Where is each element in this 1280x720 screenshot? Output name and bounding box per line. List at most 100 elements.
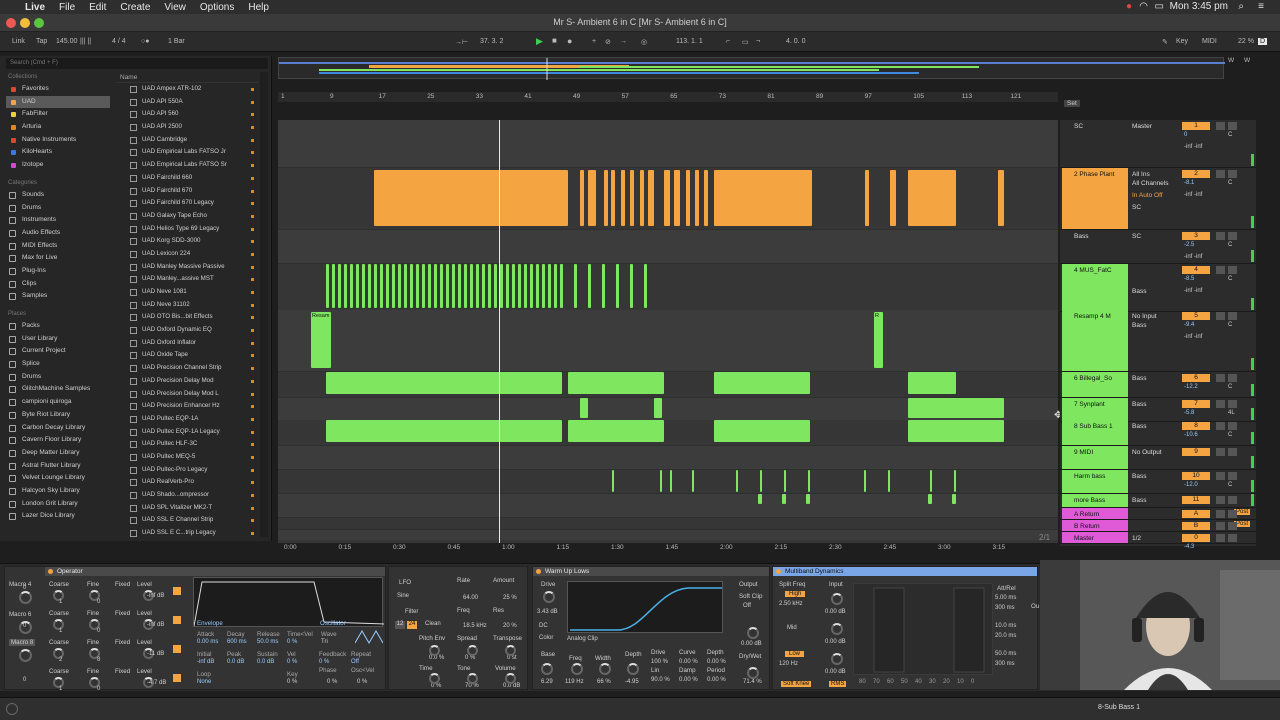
follow-icon[interactable]: →⊢ bbox=[455, 38, 468, 46]
solo-button[interactable] bbox=[1216, 472, 1225, 480]
clip-green[interactable] bbox=[428, 264, 431, 308]
midi-map-button[interactable]: MIDI bbox=[1202, 38, 1217, 45]
clip-orange[interactable] bbox=[648, 170, 654, 226]
list-item[interactable]: UAD Oxford Dynamic EQ bbox=[116, 324, 258, 337]
solo-button[interactable] bbox=[1216, 534, 1225, 542]
solo-button[interactable] bbox=[1216, 448, 1225, 456]
track-name[interactable]: 4 MUS_FatC bbox=[1062, 264, 1128, 311]
rate-value[interactable]: 64.00 bbox=[463, 595, 478, 601]
pitch-env-value[interactable]: 0.0 % bbox=[429, 655, 444, 661]
place-item[interactable]: Astral Flutter Library bbox=[6, 460, 110, 473]
saturator-knob[interactable] bbox=[543, 591, 555, 603]
envelope-param-value[interactable]: 600 ms bbox=[227, 639, 247, 645]
clip-green[interactable] bbox=[380, 264, 383, 308]
clip-green[interactable] bbox=[326, 264, 329, 308]
arm-button[interactable] bbox=[1228, 522, 1237, 530]
list-item[interactable]: UAD Oxford Inflator bbox=[116, 337, 258, 350]
spread-value[interactable]: 0 % bbox=[465, 655, 475, 661]
clip-green-resample[interactable]: Resam bbox=[311, 312, 331, 368]
freq-value[interactable]: 18.5 kHz bbox=[463, 623, 487, 629]
track-name[interactable]: SC bbox=[1062, 120, 1128, 167]
list-item[interactable]: UAD Fairchild 660 bbox=[116, 172, 258, 185]
clip-green[interactable] bbox=[326, 420, 562, 442]
track-volume[interactable]: -10.6 bbox=[1184, 432, 1198, 438]
clip-orange[interactable] bbox=[890, 170, 896, 226]
track-io[interactable]: Bass bbox=[1132, 473, 1146, 480]
clip-orange[interactable] bbox=[714, 170, 812, 226]
track-pan[interactable]: C bbox=[1228, 322, 1232, 328]
track-io[interactable]: No Output bbox=[1132, 449, 1162, 456]
arrangement-view-icon[interactable]: W bbox=[1228, 57, 1234, 64]
loop-icon[interactable]: ▭ bbox=[742, 38, 749, 46]
place-item[interactable]: Current Project bbox=[6, 345, 110, 358]
place-item[interactable]: GlitchMachine Samples bbox=[6, 383, 110, 396]
att-rel-time[interactable]: 300 ms bbox=[995, 605, 1015, 611]
clip-green[interactable] bbox=[446, 264, 449, 308]
track-pan[interactable]: C bbox=[1228, 180, 1232, 186]
att-rel-time[interactable]: 5.00 ms bbox=[995, 595, 1016, 601]
clip-orange[interactable] bbox=[908, 170, 956, 226]
lfo-param-knob[interactable] bbox=[429, 673, 440, 684]
track-io[interactable]: SC bbox=[1132, 233, 1141, 240]
clip-green[interactable] bbox=[580, 398, 588, 418]
color-button[interactable]: Color bbox=[539, 635, 553, 641]
clip-orange[interactable] bbox=[865, 170, 869, 226]
band-input-knob[interactable] bbox=[831, 623, 843, 635]
clip-green-short[interactable] bbox=[660, 470, 662, 492]
place-item[interactable]: Carbon Decay Library bbox=[6, 422, 110, 435]
drive-value[interactable]: 3.43 dB bbox=[537, 609, 558, 615]
att-rel-time[interactable]: 20.0 ms bbox=[995, 633, 1016, 639]
clip-green[interactable] bbox=[452, 264, 455, 308]
track-pan[interactable]: C bbox=[1228, 482, 1232, 488]
clip-green[interactable] bbox=[470, 264, 473, 308]
soft-knee-button[interactable]: Soft Knee bbox=[781, 681, 812, 687]
list-item[interactable]: UAD SPL Vitalizer MK2-T bbox=[116, 502, 258, 515]
mid-band-button[interactable]: Mid bbox=[787, 625, 797, 631]
track-io-sub[interactable]: Bass bbox=[1132, 288, 1146, 295]
record-icon[interactable]: ● bbox=[567, 36, 572, 46]
clip-green[interactable] bbox=[500, 264, 503, 308]
track-io[interactable]: 1/2 bbox=[1132, 535, 1141, 542]
track-volume[interactable]: -12.2 bbox=[1184, 384, 1198, 390]
tap-tempo-button[interactable]: Tap bbox=[36, 38, 47, 45]
waveshape-mode-select[interactable]: Analog Clip bbox=[567, 636, 598, 642]
clip-green[interactable] bbox=[458, 264, 461, 308]
clip-green[interactable] bbox=[588, 264, 591, 308]
dry-wet-value[interactable]: 71.4 % bbox=[743, 679, 762, 685]
track-sends[interactable]: -inf -inf bbox=[1184, 334, 1202, 340]
amount-value[interactable]: 25 % bbox=[503, 595, 517, 601]
collection-item[interactable]: Native Instruments bbox=[6, 134, 110, 147]
clip-green[interactable] bbox=[488, 264, 491, 308]
place-item[interactable]: Cavern Floor Library bbox=[6, 434, 110, 447]
track-lane[interactable] bbox=[278, 120, 1058, 168]
arm-button[interactable] bbox=[1228, 496, 1237, 504]
clip-orange[interactable] bbox=[580, 170, 584, 226]
clip-green-short[interactable] bbox=[888, 470, 890, 492]
clip-green[interactable] bbox=[568, 420, 664, 442]
track-name[interactable]: 2 Phase Plant bbox=[1062, 168, 1128, 229]
track-header[interactable]: SC Master 1 0 C -inf -inf bbox=[1060, 120, 1256, 168]
arm-button[interactable] bbox=[1228, 400, 1237, 408]
re-enable-automation-icon[interactable]: → bbox=[620, 38, 627, 45]
lfo-param-knob[interactable] bbox=[467, 673, 478, 684]
clip-green[interactable] bbox=[350, 264, 353, 308]
place-item[interactable]: Halcyon Sky Library bbox=[6, 485, 110, 498]
track-header[interactable]: 8 Sub Bass 1 Bass 8 -10.6 C bbox=[1060, 420, 1256, 446]
metronome-icon[interactable]: ○● bbox=[141, 38, 149, 45]
clip-green[interactable] bbox=[518, 264, 521, 308]
solo-button[interactable] bbox=[1216, 266, 1225, 274]
list-item[interactable]: UAD Helios Type 69 Legacy bbox=[116, 223, 258, 236]
clip-green[interactable] bbox=[482, 264, 485, 308]
clip-green[interactable] bbox=[568, 372, 664, 394]
clip-green-short[interactable] bbox=[612, 470, 614, 492]
track-activator[interactable]: 5 bbox=[1182, 312, 1210, 320]
high-band-button[interactable]: High bbox=[785, 591, 806, 597]
clip-green-short[interactable] bbox=[928, 494, 932, 504]
clip-green[interactable] bbox=[630, 264, 633, 308]
track-name[interactable]: more Bass bbox=[1062, 494, 1128, 507]
solo-button[interactable] bbox=[1216, 170, 1225, 178]
clip-orange[interactable] bbox=[588, 170, 596, 226]
list-item[interactable]: UAD API 560 bbox=[116, 108, 258, 121]
track-io-sub[interactable]: SC bbox=[1132, 204, 1141, 211]
track-lane[interactable] bbox=[278, 470, 1058, 494]
